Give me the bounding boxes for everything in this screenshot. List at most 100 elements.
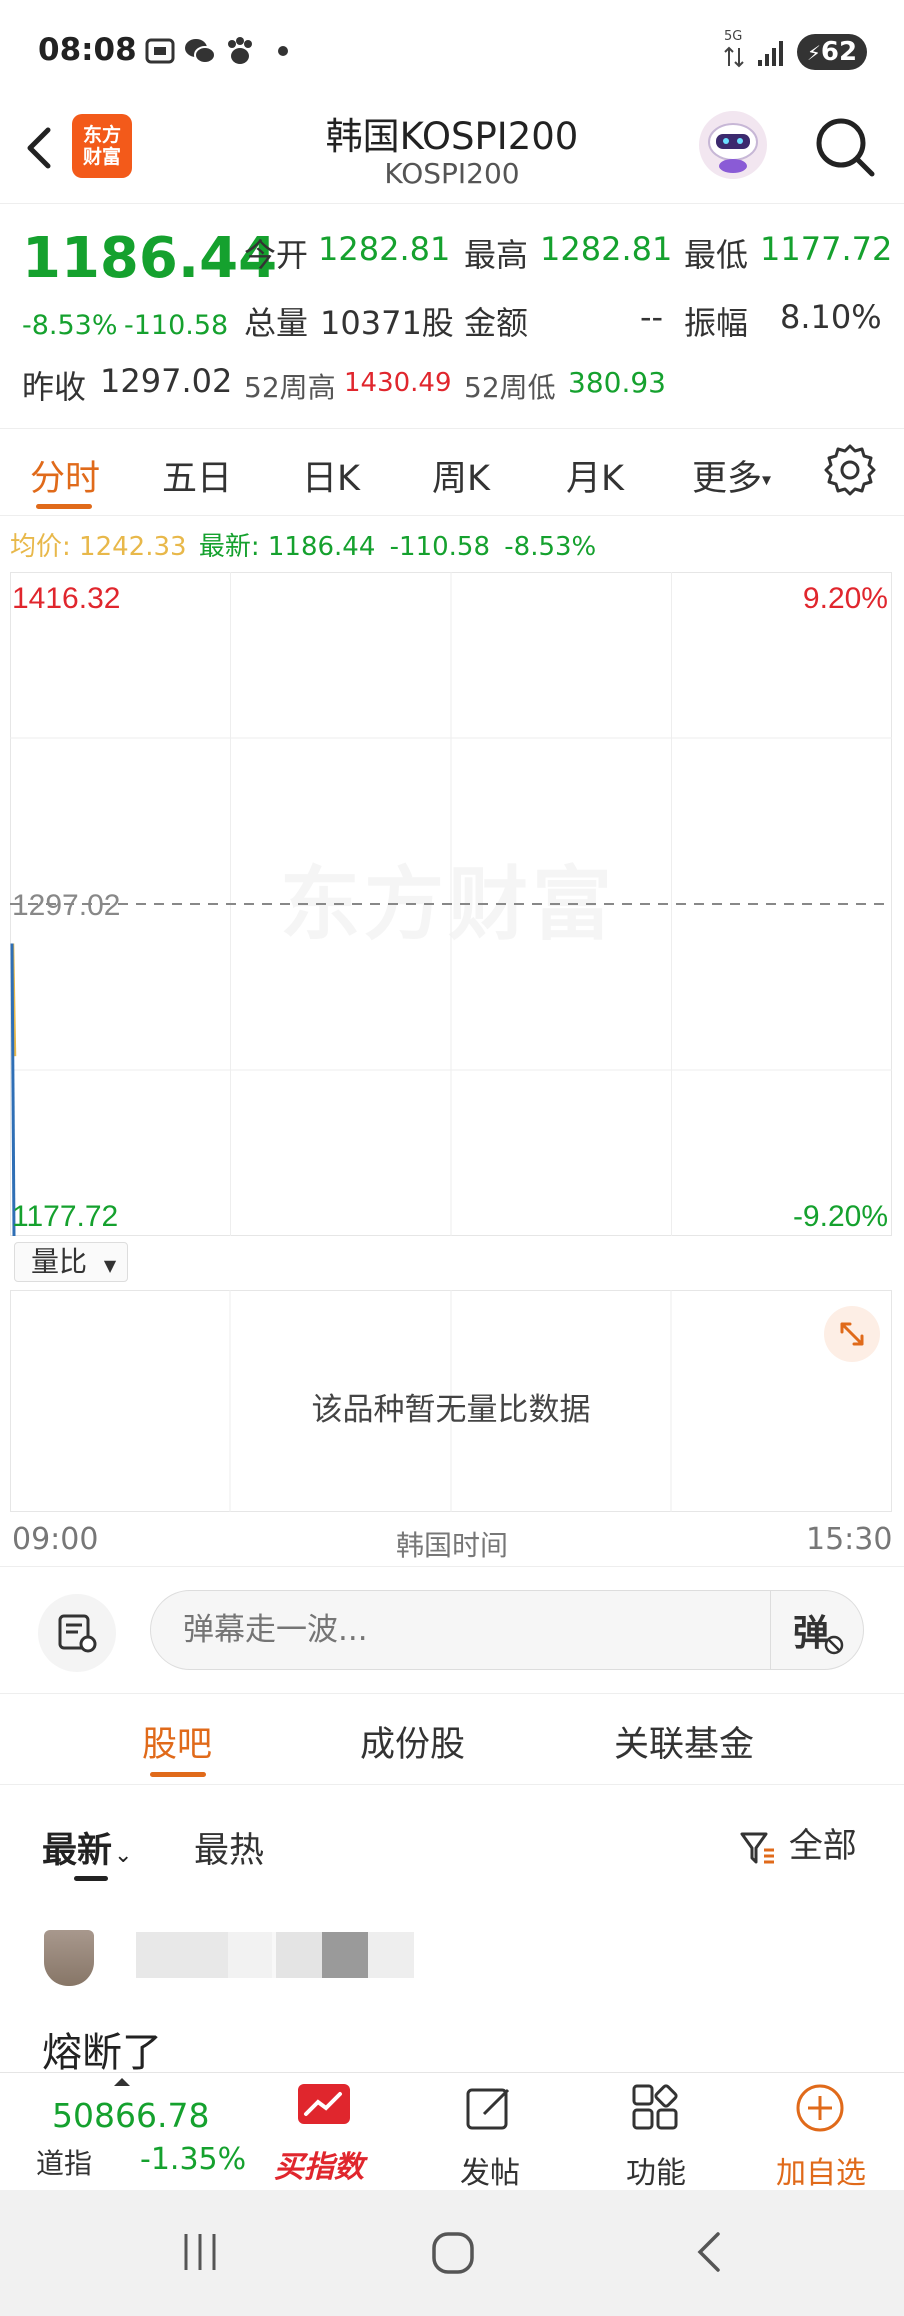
functions-button[interactable]: 功能: [626, 2148, 686, 2192]
settings-gear-icon[interactable]: [824, 444, 876, 496]
week52-high-value: 1430.49: [344, 368, 452, 398]
tab-stock-forum[interactable]: 股吧: [142, 1716, 212, 1767]
signal-icon: [758, 41, 783, 66]
home-icon[interactable]: [430, 2230, 476, 2276]
amount-label: 金额: [464, 304, 529, 342]
recent-apps-icon[interactable]: [178, 2230, 222, 2274]
change-amount: -110.58: [124, 310, 229, 341]
wechat-icon: [185, 39, 216, 64]
current-price: 1186.44: [22, 226, 278, 291]
danmaku-off-icon: [824, 1635, 844, 1655]
tab-weekly-k[interactable]: 周K: [432, 450, 490, 501]
tab-related-funds[interactable]: 关联基金: [614, 1716, 754, 1767]
latest-pct: -8.53%: [504, 532, 597, 562]
data-arrows-icon: [724, 46, 744, 68]
compose-icon: [466, 2088, 510, 2130]
system-back-icon[interactable]: [690, 2230, 730, 2274]
active-tab-indicator: [36, 504, 92, 509]
caret-down-icon: ▾: [762, 469, 772, 491]
caret-up-icon: [114, 2078, 130, 2086]
add-circle-icon: [796, 2084, 844, 2132]
expand-icon[interactable]: [822, 1304, 882, 1364]
chart-info-line: 均价: 1242.33 最新: 1186.44 -110.58 -8.53%: [10, 526, 596, 563]
post-button[interactable]: 发帖: [460, 2148, 520, 2192]
paw-icon: [228, 37, 252, 64]
open-label: 今开: [244, 236, 309, 274]
high-value: 1282.81: [540, 230, 673, 268]
danmaku-input[interactable]: [150, 1590, 864, 1670]
network-type: 5G: [724, 29, 743, 44]
forum-active-indicator: [150, 1772, 206, 1777]
amplitude-value: 8.10%: [780, 298, 882, 336]
avg-label: 均价:: [10, 532, 71, 562]
volume-label: 总量: [244, 304, 309, 342]
intraday-chart[interactable]: 1416.32 1297.02 1177.72 9.20% -9.20%: [10, 572, 892, 1236]
post-content[interactable]: 熔断了: [42, 2020, 162, 2078]
x-mid-label: 韩国时间: [395, 1529, 508, 1562]
dji-value[interactable]: 50866.78: [52, 2096, 209, 2135]
week52-low-value: 380.93: [568, 366, 666, 399]
sort-hot[interactable]: 最热: [194, 1822, 264, 1873]
amount-value: --: [640, 298, 664, 336]
filter-icon: [740, 1832, 774, 1863]
high-label: 最高: [464, 236, 529, 274]
latest-change: -110.58: [389, 532, 491, 562]
tab-intraday[interactable]: 分时: [30, 450, 100, 501]
dji-percent: -1.35%: [140, 2142, 247, 2177]
search-icon[interactable]: [810, 112, 880, 182]
blurred-username: [136, 1932, 228, 1978]
latest-label: 最新:: [198, 532, 260, 562]
sort-latest-label: 最新: [42, 1831, 113, 1871]
avatar[interactable]: [44, 1930, 94, 1986]
change-percent: -8.53%: [22, 310, 118, 341]
tab-more-label: 更多: [692, 459, 763, 499]
trend-chart-icon: [298, 2084, 350, 2124]
pct-top-label: 9.20%: [803, 582, 888, 615]
blurred-username: [368, 1932, 414, 1978]
dropdown-caret-icon: ▼: [103, 1256, 117, 1275]
low-value: 1177.72: [760, 230, 893, 268]
y-mid-label: 1297.02: [12, 889, 120, 922]
blurred-username: [276, 1932, 322, 1978]
week52-low-label: 52周低: [464, 371, 556, 404]
battery-indicator: ⚡62: [797, 34, 867, 70]
buy-index-button[interactable]: 买指数: [274, 2142, 364, 2186]
screenshot-icon: [145, 38, 175, 64]
tab-daily-k[interactable]: 日K: [302, 450, 360, 501]
ai-assistant-robot-icon[interactable]: [696, 108, 770, 182]
amplitude-label: 振幅: [684, 304, 749, 342]
note-settings-icon: [58, 1614, 97, 1653]
tab-constituents[interactable]: 成份股: [360, 1716, 465, 1767]
volume-value: 10371股: [320, 304, 454, 342]
sort-latest[interactable]: 最新⌄: [42, 1822, 132, 1873]
price-line: [10, 943, 16, 1236]
battery-level: 62: [820, 37, 858, 67]
filter-label: 全部: [788, 1826, 857, 1866]
blurred-username: [322, 1932, 368, 1978]
grid-functions-icon: [632, 2084, 678, 2130]
chevron-down-icon: ⌄: [114, 1843, 133, 1868]
y-top-label: 1416.32: [12, 582, 120, 615]
status-time: 08:08: [38, 32, 137, 68]
y-bottom-label: 1177.72: [12, 1200, 118, 1233]
volume-ratio-selector[interactable]: 量比 ▼: [14, 1242, 128, 1282]
no-volume-data-message: 该品种暂无量比数据: [311, 1392, 591, 1428]
tab-more[interactable]: 更多▾: [692, 450, 771, 501]
x-end-label: 15:30: [806, 1522, 893, 1557]
dji-label: 道指: [36, 2147, 93, 2180]
volume-ratio-label: 量比: [31, 1245, 88, 1278]
tab-monthly-k[interactable]: 月K: [566, 450, 624, 501]
tab-five-day[interactable]: 五日: [162, 450, 232, 501]
avg-value: 1242.33: [79, 532, 187, 562]
danmaku-settings-button[interactable]: [38, 1594, 116, 1672]
add-watchlist-button[interactable]: 加自选: [776, 2148, 866, 2192]
notification-dot: [278, 46, 288, 56]
prev-close-value: 1297.02: [100, 362, 233, 400]
open-value: 1282.81: [318, 230, 451, 268]
blurred-username: [228, 1932, 272, 1978]
pct-bottom-label: -9.20%: [793, 1200, 888, 1233]
danmaku-toggle-button[interactable]: 弹: [770, 1590, 864, 1670]
latest-value: 1186.44: [267, 532, 376, 562]
sort-active-indicator: [74, 1876, 108, 1881]
filter-button[interactable]: 全部: [738, 1818, 857, 1868]
